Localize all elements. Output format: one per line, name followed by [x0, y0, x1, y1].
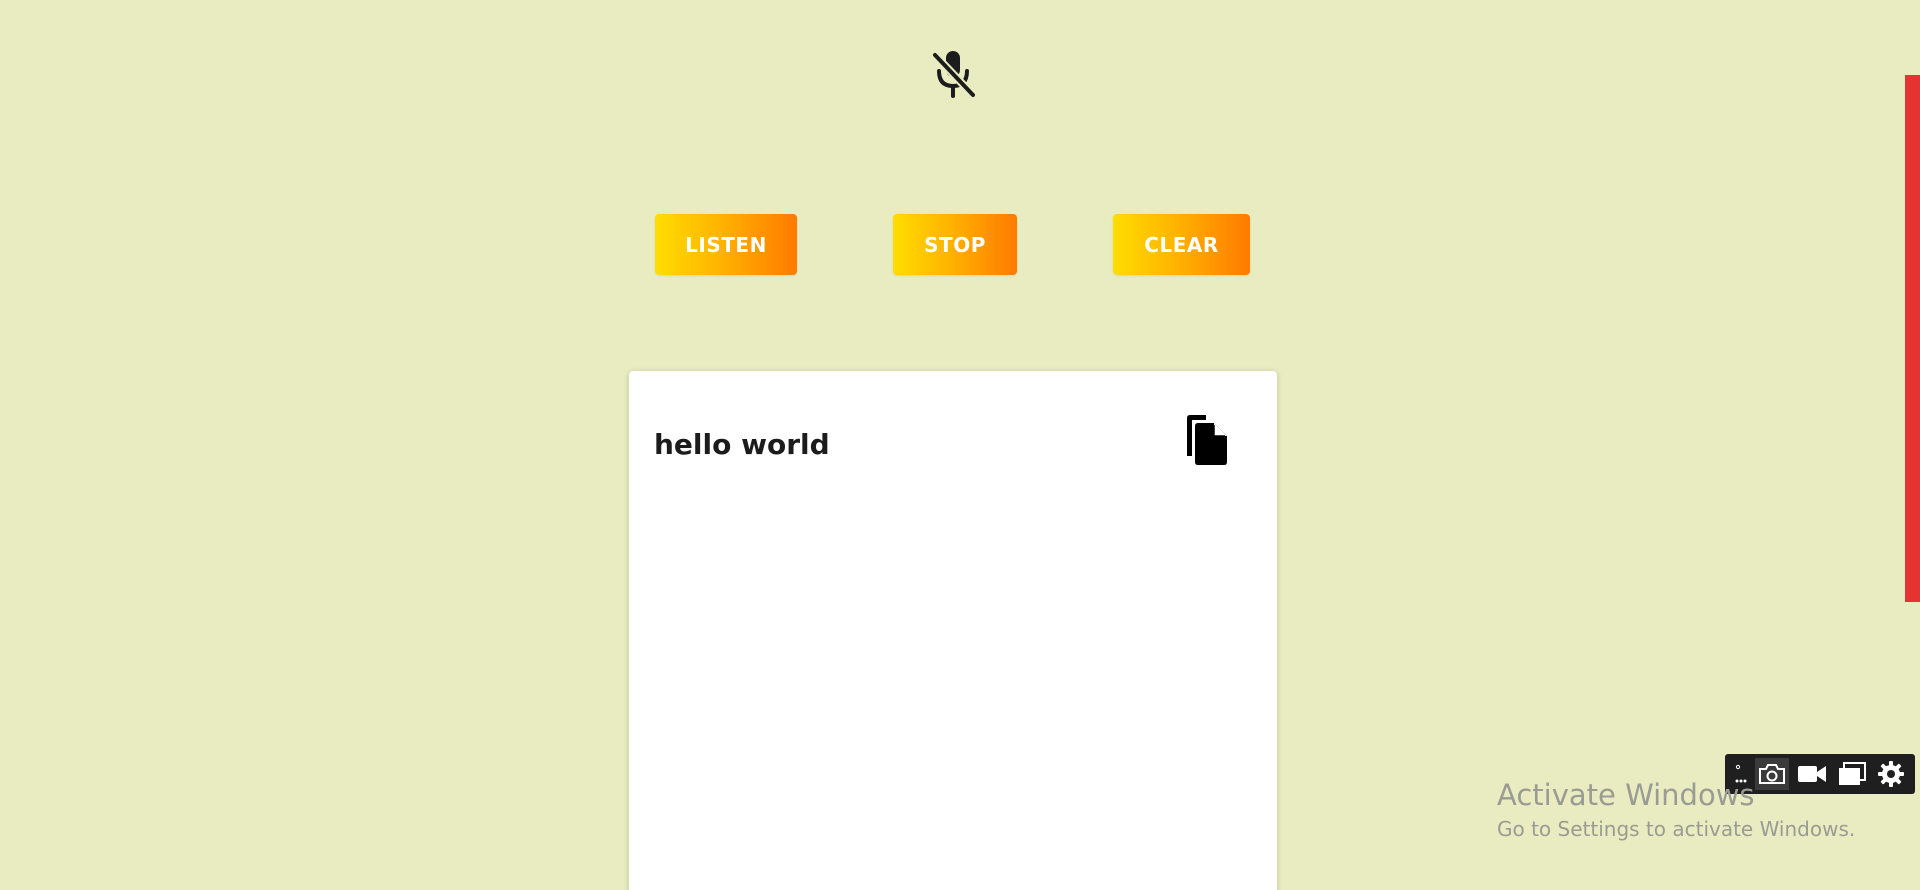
mic-off-icon	[929, 49, 977, 101]
listen-button[interactable]: LISTEN	[655, 214, 797, 275]
activation-watermark: Activate Windows Go to Settings to activ…	[1497, 778, 1855, 841]
watermark-subtitle: Go to Settings to activate Windows.	[1497, 816, 1856, 841]
copy-icon	[1184, 414, 1230, 466]
transcript-card: hello world	[629, 371, 1277, 890]
gear-icon[interactable]	[1874, 758, 1908, 790]
copy-button[interactable]	[1184, 414, 1230, 466]
watermark-title: Activate Windows	[1497, 778, 1755, 812]
stop-button[interactable]: STOP	[893, 214, 1017, 275]
scroll-indicator	[1905, 75, 1920, 602]
transcript-text: hello world	[654, 428, 830, 461]
clear-button[interactable]: CLEAR	[1113, 214, 1250, 275]
